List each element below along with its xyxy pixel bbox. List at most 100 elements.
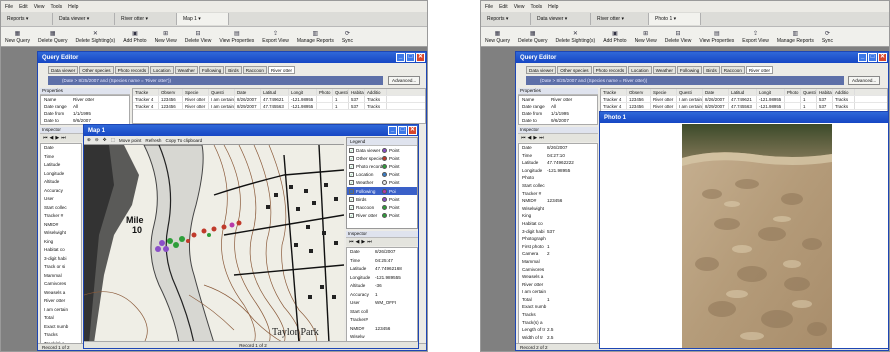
delete-sighting-s-button[interactable]: ✕ Delete Sighting(s) (551, 31, 599, 44)
minimize-icon[interactable]: _ (858, 53, 867, 62)
query-expression[interactable]: (Date > 8/25/2007 and (Species name = 'R… (48, 76, 383, 85)
zoom-in-icon[interactable]: ⊕ (87, 137, 91, 143)
column-header[interactable]: Questi (677, 89, 703, 95)
subtab-data-viewer[interactable]: Data viewer (526, 66, 557, 74)
last-record-icon[interactable]: ⏭ (539, 135, 544, 141)
column-header[interactable]: Additio (833, 89, 855, 95)
subtab-birds[interactable]: Birds (703, 66, 720, 74)
subtab-raccoon[interactable]: Raccoon (242, 66, 267, 74)
property-value[interactable]: All (73, 103, 78, 110)
inspector-value[interactable]: -36 (375, 282, 382, 291)
inspector-value[interactable]: 8/26/2007 (547, 144, 567, 152)
next-record-icon[interactable]: ▶ (361, 239, 365, 245)
new-view-button[interactable]: ⊞ New View (151, 31, 181, 44)
menu-help[interactable]: Help (68, 4, 78, 10)
new-view-button[interactable]: ⊞ New View (631, 31, 661, 44)
subtab-location[interactable]: Location (150, 66, 174, 74)
column-header[interactable]: Specie (183, 89, 209, 95)
menu-view[interactable]: View (514, 4, 525, 10)
inspector-value[interactable]: WM_OFFI (375, 299, 396, 308)
inspector-value[interactable]: 123456 (547, 197, 562, 205)
legend-item[interactable]: ✓ Following Poi (347, 186, 417, 196)
subtab-raccoon[interactable]: Raccoon (720, 66, 745, 74)
inspector-value[interactable]: 04:27:10 (547, 152, 565, 160)
maximize-icon[interactable]: □ (398, 126, 407, 135)
column-header[interactable]: Specie (651, 89, 677, 95)
subtab-location[interactable]: Location (628, 66, 652, 74)
menu-file[interactable]: File (5, 4, 13, 10)
checkbox-icon[interactable]: ✓ (349, 213, 354, 219)
property-value[interactable]: 1/1/1995 (73, 110, 91, 117)
prev-record-icon[interactable]: ◀ (50, 135, 54, 141)
subtab-weather[interactable]: Weather (174, 66, 198, 74)
legend-item[interactable]: ✓ Raccoon Point (347, 203, 417, 211)
tab-photo-1[interactable]: Photo 1 ▾ (649, 13, 701, 25)
table-row[interactable]: Tracker 4 123456 River otter I am certain 8/… (133, 96, 425, 103)
tab-data-viewer[interactable]: Data viewer ▾ (53, 13, 115, 25)
export-view-button[interactable]: ⇪ Export View (738, 31, 773, 44)
menu-edit[interactable]: Edit (19, 4, 28, 10)
subtab-weather[interactable]: Weather (652, 66, 676, 74)
column-header[interactable]: Longit (757, 89, 785, 95)
first-record-icon[interactable]: ⏮ (43, 135, 48, 141)
checkbox-icon[interactable]: ✓ (349, 180, 354, 186)
inspector-value[interactable]: 2.5 (547, 334, 553, 342)
sync-button[interactable]: ⟳ Sync (818, 31, 837, 44)
column-header[interactable]: Habita (817, 89, 833, 95)
legend-item[interactable]: ✓ Location Point (347, 171, 417, 179)
move-point-button[interactable]: Move point (119, 138, 141, 143)
manage-reports-button[interactable]: ▥ Manage Reports (773, 31, 818, 44)
delete-view-button[interactable]: ⊟ Delete View (181, 31, 216, 44)
menu-file[interactable]: File (485, 4, 493, 10)
pan-icon[interactable]: ✥ (103, 137, 107, 143)
subtab-photo-records[interactable]: Photo records (114, 66, 150, 74)
checkbox-icon[interactable]: ✓ (349, 188, 354, 194)
checkbox-icon[interactable]: ✓ (349, 196, 354, 202)
subtab-photo-records[interactable]: Photo records (592, 66, 628, 74)
inspector-value[interactable]: 123456 (375, 325, 390, 334)
checkbox-icon[interactable]: ✓ (349, 204, 354, 210)
tab-river-otter[interactable]: River otter ▾ (115, 13, 177, 25)
column-header[interactable]: Date (703, 89, 729, 95)
column-header[interactable]: Habita (349, 89, 365, 95)
close-icon[interactable]: ✕ (878, 53, 887, 62)
subtab-other-species[interactable]: Other species (557, 66, 592, 74)
maximize-icon[interactable]: □ (406, 53, 415, 62)
legend-item[interactable]: ✓ Data viewer Point (347, 146, 417, 154)
legend-item[interactable]: ✓ Birds Point (347, 195, 417, 203)
property-value[interactable]: River otter (551, 96, 572, 103)
advanced-button[interactable]: Advanced... (848, 76, 881, 85)
column-header[interactable]: Tracke (133, 89, 159, 95)
add-photo-button[interactable]: ▣ Add Photo (599, 31, 630, 44)
maximize-icon[interactable]: □ (868, 53, 877, 62)
topographic-map[interactable]: Mile 10 Taylor Park (84, 145, 344, 343)
add-photo-button[interactable]: ▣ Add Photo (119, 31, 150, 44)
legend-item[interactable]: ✓ Other specie Point (347, 154, 417, 162)
query-expression[interactable]: (Date > 8/25/2007 and (Species name = Ri… (526, 76, 844, 85)
column-header[interactable]: Date (235, 89, 261, 95)
tab-reports[interactable]: Reports ▾ (1, 13, 53, 25)
view-properties-button[interactable]: ▤ View Properties (695, 31, 738, 44)
close-icon[interactable]: ✕ (416, 53, 425, 62)
column-header[interactable]: Observ (627, 89, 651, 95)
tab-data-viewer[interactable]: Data viewer ▾ (531, 13, 591, 25)
menu-view[interactable]: View (34, 4, 45, 10)
inspector-value[interactable]: 8/26/2007 (375, 248, 395, 257)
column-header[interactable]: Questi (333, 89, 349, 95)
table-row[interactable]: Tracker 4 123456 River otter I am certain 8/… (133, 103, 425, 110)
checkbox-icon[interactable]: ✓ (349, 163, 354, 169)
last-record-icon[interactable]: ⏭ (367, 239, 372, 245)
prev-record-icon[interactable]: ◀ (528, 135, 532, 141)
minimize-icon[interactable]: _ (396, 53, 405, 62)
inspector-value[interactable]: 2.5 (547, 326, 553, 334)
menu-edit[interactable]: Edit (499, 4, 508, 10)
column-header[interactable]: Questi (801, 89, 817, 95)
zoom-out-icon[interactable]: ⊖ (95, 137, 99, 143)
inspector-value[interactable]: 1 (547, 296, 550, 304)
subtab-following[interactable]: Following (198, 66, 225, 74)
close-icon[interactable]: ✕ (408, 126, 417, 135)
new-query-button[interactable]: ▦ New Query (481, 31, 514, 44)
column-header[interactable]: Latitud (729, 89, 757, 95)
delete-query-button[interactable]: ▦ Delete Query (514, 31, 551, 44)
delete-view-button[interactable]: ⊟ Delete View (661, 31, 696, 44)
